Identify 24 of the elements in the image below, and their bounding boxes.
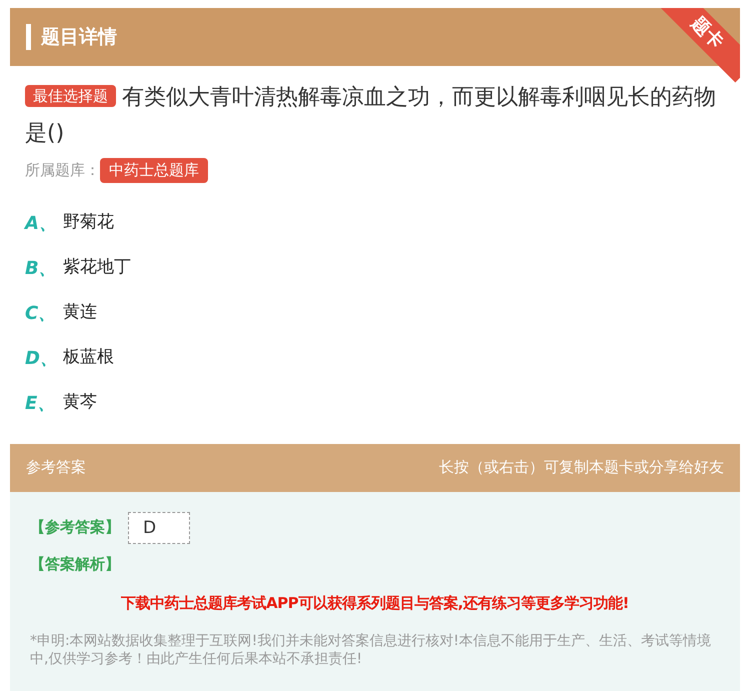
- answer-image: D: [128, 512, 190, 544]
- bank-label: 所属题库：: [25, 160, 100, 181]
- option-letter: A、: [25, 212, 58, 236]
- question-text: $^{最佳选择题}$ 有类似大青叶清热解毒凉血之功，而更以解毒利咽见长的药物是(): [25, 84, 717, 148]
- option-text: 紫花地丁: [63, 256, 131, 280]
- option-text: 黄芩: [63, 391, 97, 414]
- question-type-tag: 最佳选择题: [25, 85, 116, 107]
- section-title: 题目详情: [41, 24, 117, 50]
- disclaimer-text: *申明:本网站数据收集整理于互联网!我们并未能对答案信息进行核对!本信息不能用于生产、生活、考试等情境中,仅供学习参考！由此产生任何后果本站不承担责任!: [30, 632, 712, 668]
- option-letter: D、: [25, 346, 59, 370]
- bank-tag[interactable]: 中药士总题库: [100, 158, 208, 182]
- answer-section-title: 参考答案: [26, 457, 86, 478]
- option-text: 板蓝根: [63, 346, 114, 370]
- option-text: 野菊花: [63, 211, 114, 234]
- answer-label: 【参考答案】: [30, 517, 120, 538]
- option-letter: C、: [25, 302, 58, 326]
- title-accent-bar: [26, 24, 31, 50]
- option-letter: B、: [25, 256, 58, 280]
- corner-ribbon: 题卡: [660, 8, 740, 82]
- option-text: 黄连: [63, 301, 97, 324]
- share-hint: 长按（或右击）可复制本题卡或分享给好友: [439, 457, 724, 478]
- promo-text: 下载中药士总题库考试APP可以获得系列题目与答案,还有练习等更多学习功能!: [120, 592, 630, 614]
- option-letter: E、: [25, 392, 56, 416]
- analysis-label: 【答案解析】: [30, 554, 120, 572]
